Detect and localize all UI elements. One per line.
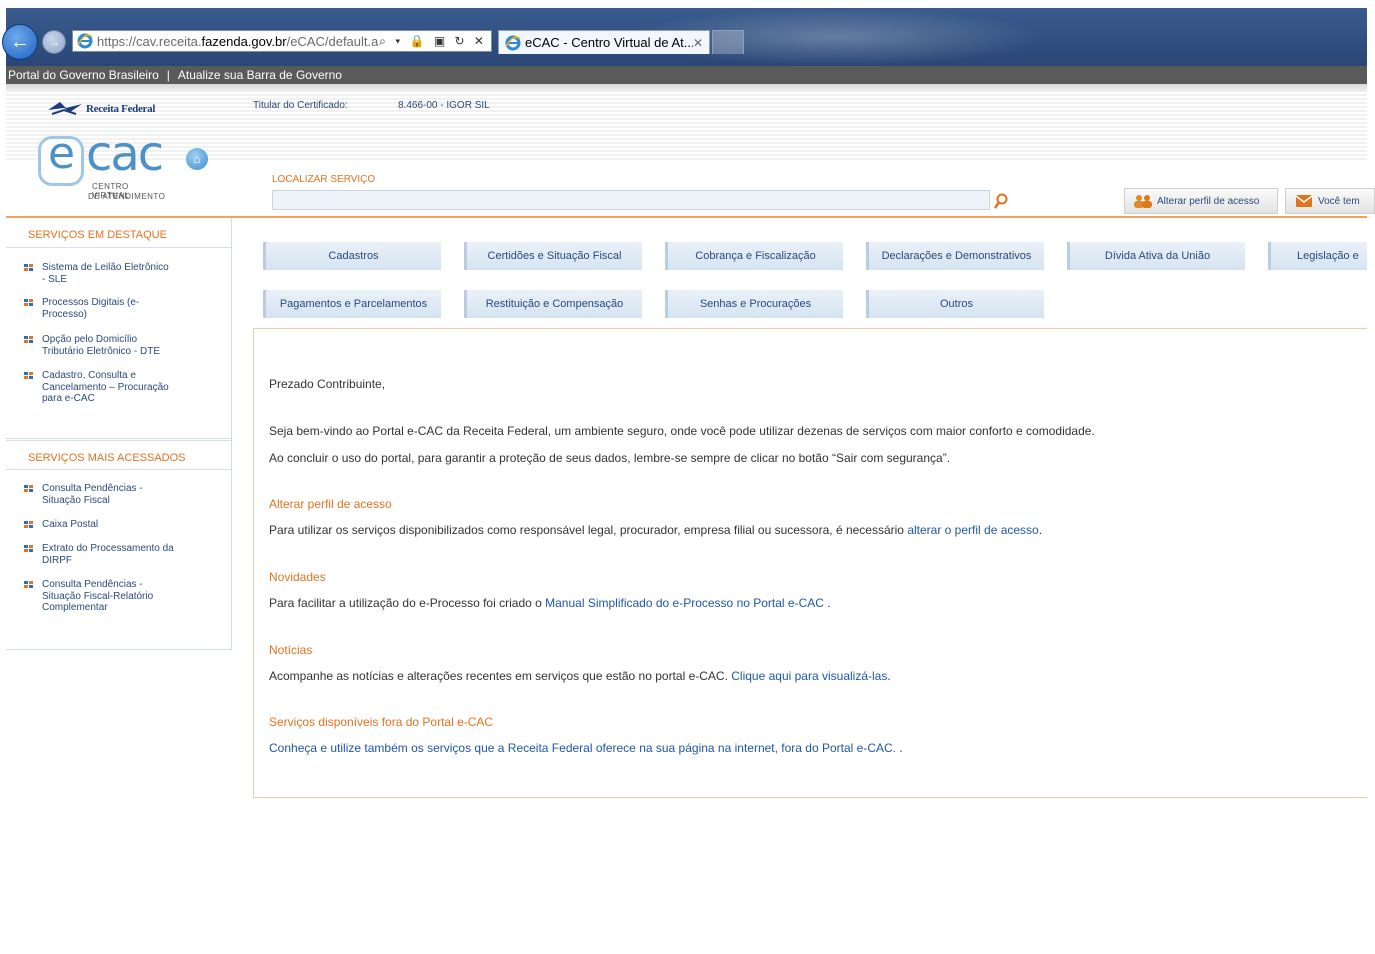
noticias-heading: Notícias <box>269 643 313 657</box>
ecac-logo[interactable]: e cac CENTRO VIRTUAL DE ATENDIMENTO <box>38 130 166 206</box>
perfil-paragraph: Para utilizar os serviços disponibilizad… <box>269 523 1043 537</box>
noticias-paragraph: Acompanhe as notícias e alterações recen… <box>269 669 891 683</box>
tab-title: eCAC - Centro Virtual de At... <box>525 35 693 50</box>
acessados-item-label: Extrato do Processamento da DIRPF <box>42 543 174 566</box>
government-bar: Portal do Governo Brasileiro | Atualize su… <box>6 66 1367 84</box>
forward-button[interactable]: → <box>42 30 66 54</box>
alterar-perfil-button[interactable]: Alterar perfil de acesso <box>1124 188 1278 214</box>
category-button[interactable]: Pagamentos e Parcelamentos <box>263 290 441 318</box>
ecac-subtitle-2: DE ATENDIMENTO <box>88 192 166 201</box>
messages-label: Você tem <box>1318 195 1360 207</box>
destaque-item-label: Sistema de Leilão Eletrônico - SLE <box>42 262 169 285</box>
bullet-icon <box>24 336 34 344</box>
receita-federal-logo[interactable]: Receita Federal <box>46 100 155 118</box>
bullet-icon <box>24 485 34 493</box>
servicos-acessados-title: SERVIÇOS MAIS ACESSADOS <box>6 440 231 470</box>
certificate-label: Titular do Certificado: <box>253 100 348 111</box>
acessados-item[interactable]: Caixa Postal <box>24 519 204 531</box>
acessados-item-label: Consulta Pendências - Situação Fiscal <box>42 483 143 506</box>
govbar-shadow <box>6 84 1367 92</box>
tab-close-icon[interactable]: ✕ <box>693 36 703 50</box>
acessados-item-label: Caixa Postal <box>42 519 99 530</box>
servicos-destaque-title: SERVIÇOS EM DESTAQUE <box>6 218 231 248</box>
search-input[interactable] <box>272 190 990 210</box>
category-button[interactable]: Cobrança e Fiscalização <box>665 242 843 270</box>
address-url[interactable]: https://cav.receita.fazenda.gov.br/eCAC/… <box>97 34 379 49</box>
address-bar[interactable]: https://cav.receita.fazenda.gov.br/eCAC/… <box>72 30 492 52</box>
fora-heading: Serviços disponíveis fora do Portal e-CA… <box>269 715 494 729</box>
new-tab-button[interactable] <box>712 30 744 54</box>
header-background <box>6 92 1367 162</box>
ecac-logo-e-box: e <box>38 132 84 186</box>
category-button[interactable]: Dívida Ativa da União <box>1067 242 1245 270</box>
browser-tab[interactable]: eCAC - Centro Virtual de At... ✕ <box>498 30 710 54</box>
receita-bird-icon <box>48 102 82 115</box>
novidades-paragraph: Para facilitar a utilização do e-Process… <box>269 596 831 610</box>
manual-eprocesso-link[interactable]: Manual Simplificado do e-Processo no Por… <box>545 596 824 610</box>
bullet-icon <box>24 264 34 272</box>
destaque-item[interactable]: Sistema de Leilão Eletrônico - SLE <box>24 262 204 285</box>
mail-icon <box>1296 195 1312 207</box>
ecac-logo-e: e <box>48 128 76 179</box>
atualize-barra-link[interactable]: Atualize sua Barra de Governo <box>178 68 342 82</box>
back-button[interactable]: ← <box>2 24 38 60</box>
acessados-item[interactable]: Extrato do Processamento da DIRPF <box>24 543 204 566</box>
bullet-icon <box>24 299 34 307</box>
sidebar-divider <box>6 438 231 439</box>
users-icon <box>1134 195 1152 208</box>
servicos-fora-link[interactable]: Conheça e utilize também os serviços que… <box>269 741 896 755</box>
destaque-item-label: Processos Digitais (e- Processo) <box>42 297 140 320</box>
category-button[interactable]: Outros <box>866 290 1044 318</box>
fora-paragraph: Conheça e utilize também os serviços que… <box>269 741 903 755</box>
receita-federal-text: Receita Federal <box>86 103 156 115</box>
welcome-text: Seja bem-vindo ao Portal e-CAC da Receit… <box>269 424 1095 438</box>
destaque-item[interactable]: Processos Digitais (e- Processo) <box>24 297 204 320</box>
destaque-item-label: Cadastro, Consulta e Cancelamento – Procu… <box>42 370 169 404</box>
ie-icon <box>505 35 521 50</box>
category-button[interactable]: Cadastros <box>263 242 441 270</box>
destaque-item[interactable]: Cadastro, Consulta e Cancelamento – Procu… <box>24 370 204 405</box>
greeting: Prezado Contribuinte, <box>269 377 386 391</box>
destaque-item-label: Opção pelo Domicílio Tributário Eletrônic… <box>42 334 160 357</box>
search-icon[interactable] <box>994 193 1008 209</box>
destaque-item[interactable]: Opção pelo Domicílio Tributário Eletrônic… <box>24 334 204 357</box>
search-label: LOCALIZAR SERVIÇO <box>272 174 376 185</box>
ie-icon <box>77 33 93 49</box>
ecac-logo-word: cac <box>86 126 164 182</box>
bullet-icon <box>24 581 34 589</box>
category-button[interactable]: Legislação e <box>1268 242 1367 270</box>
logout-note: Ao concluir o uso do portal, para garant… <box>269 451 951 465</box>
novidades-heading: Novidades <box>269 570 326 584</box>
category-button[interactable]: Restituição e Compensação <box>464 290 642 318</box>
alterar-perfil-link[interactable]: alterar o perfil de acesso <box>907 523 1038 537</box>
acessados-item[interactable]: Consulta Pendências - Situação Fiscal-Rel… <box>24 579 204 614</box>
portal-governo-link[interactable]: Portal do Governo Brasileiro <box>8 68 159 82</box>
category-button[interactable]: Declarações e Demonstrativos <box>866 242 1044 270</box>
alterar-perfil-label: Alterar perfil de acesso <box>1157 195 1260 207</box>
category-button[interactable]: Senhas e Procurações <box>665 290 843 318</box>
category-button[interactable]: Certidões e Situação Fiscal <box>464 242 642 270</box>
acessados-item-label: Consulta Pendências - Situação Fiscal-Rel… <box>42 579 154 613</box>
messages-button[interactable]: Você tem <box>1285 188 1375 214</box>
bullet-icon <box>24 545 34 553</box>
bullet-icon <box>24 372 34 380</box>
perfil-heading: Alterar perfil de acesso <box>269 497 392 511</box>
address-tools-icons[interactable]: ⌕ ▾ 🔒 ▣ ↻ ✕ <box>379 34 487 49</box>
govbar-separator: | <box>166 68 170 82</box>
home-icon[interactable]: ⌂ <box>186 148 208 170</box>
bullet-icon <box>24 521 34 529</box>
acessados-item[interactable]: Consulta Pendências - Situação Fiscal <box>24 483 204 506</box>
certificate-holder: 8.466-00 - IGOR SIL <box>398 100 490 111</box>
noticias-link[interactable]: Clique aqui para visualizá-las <box>731 669 887 683</box>
